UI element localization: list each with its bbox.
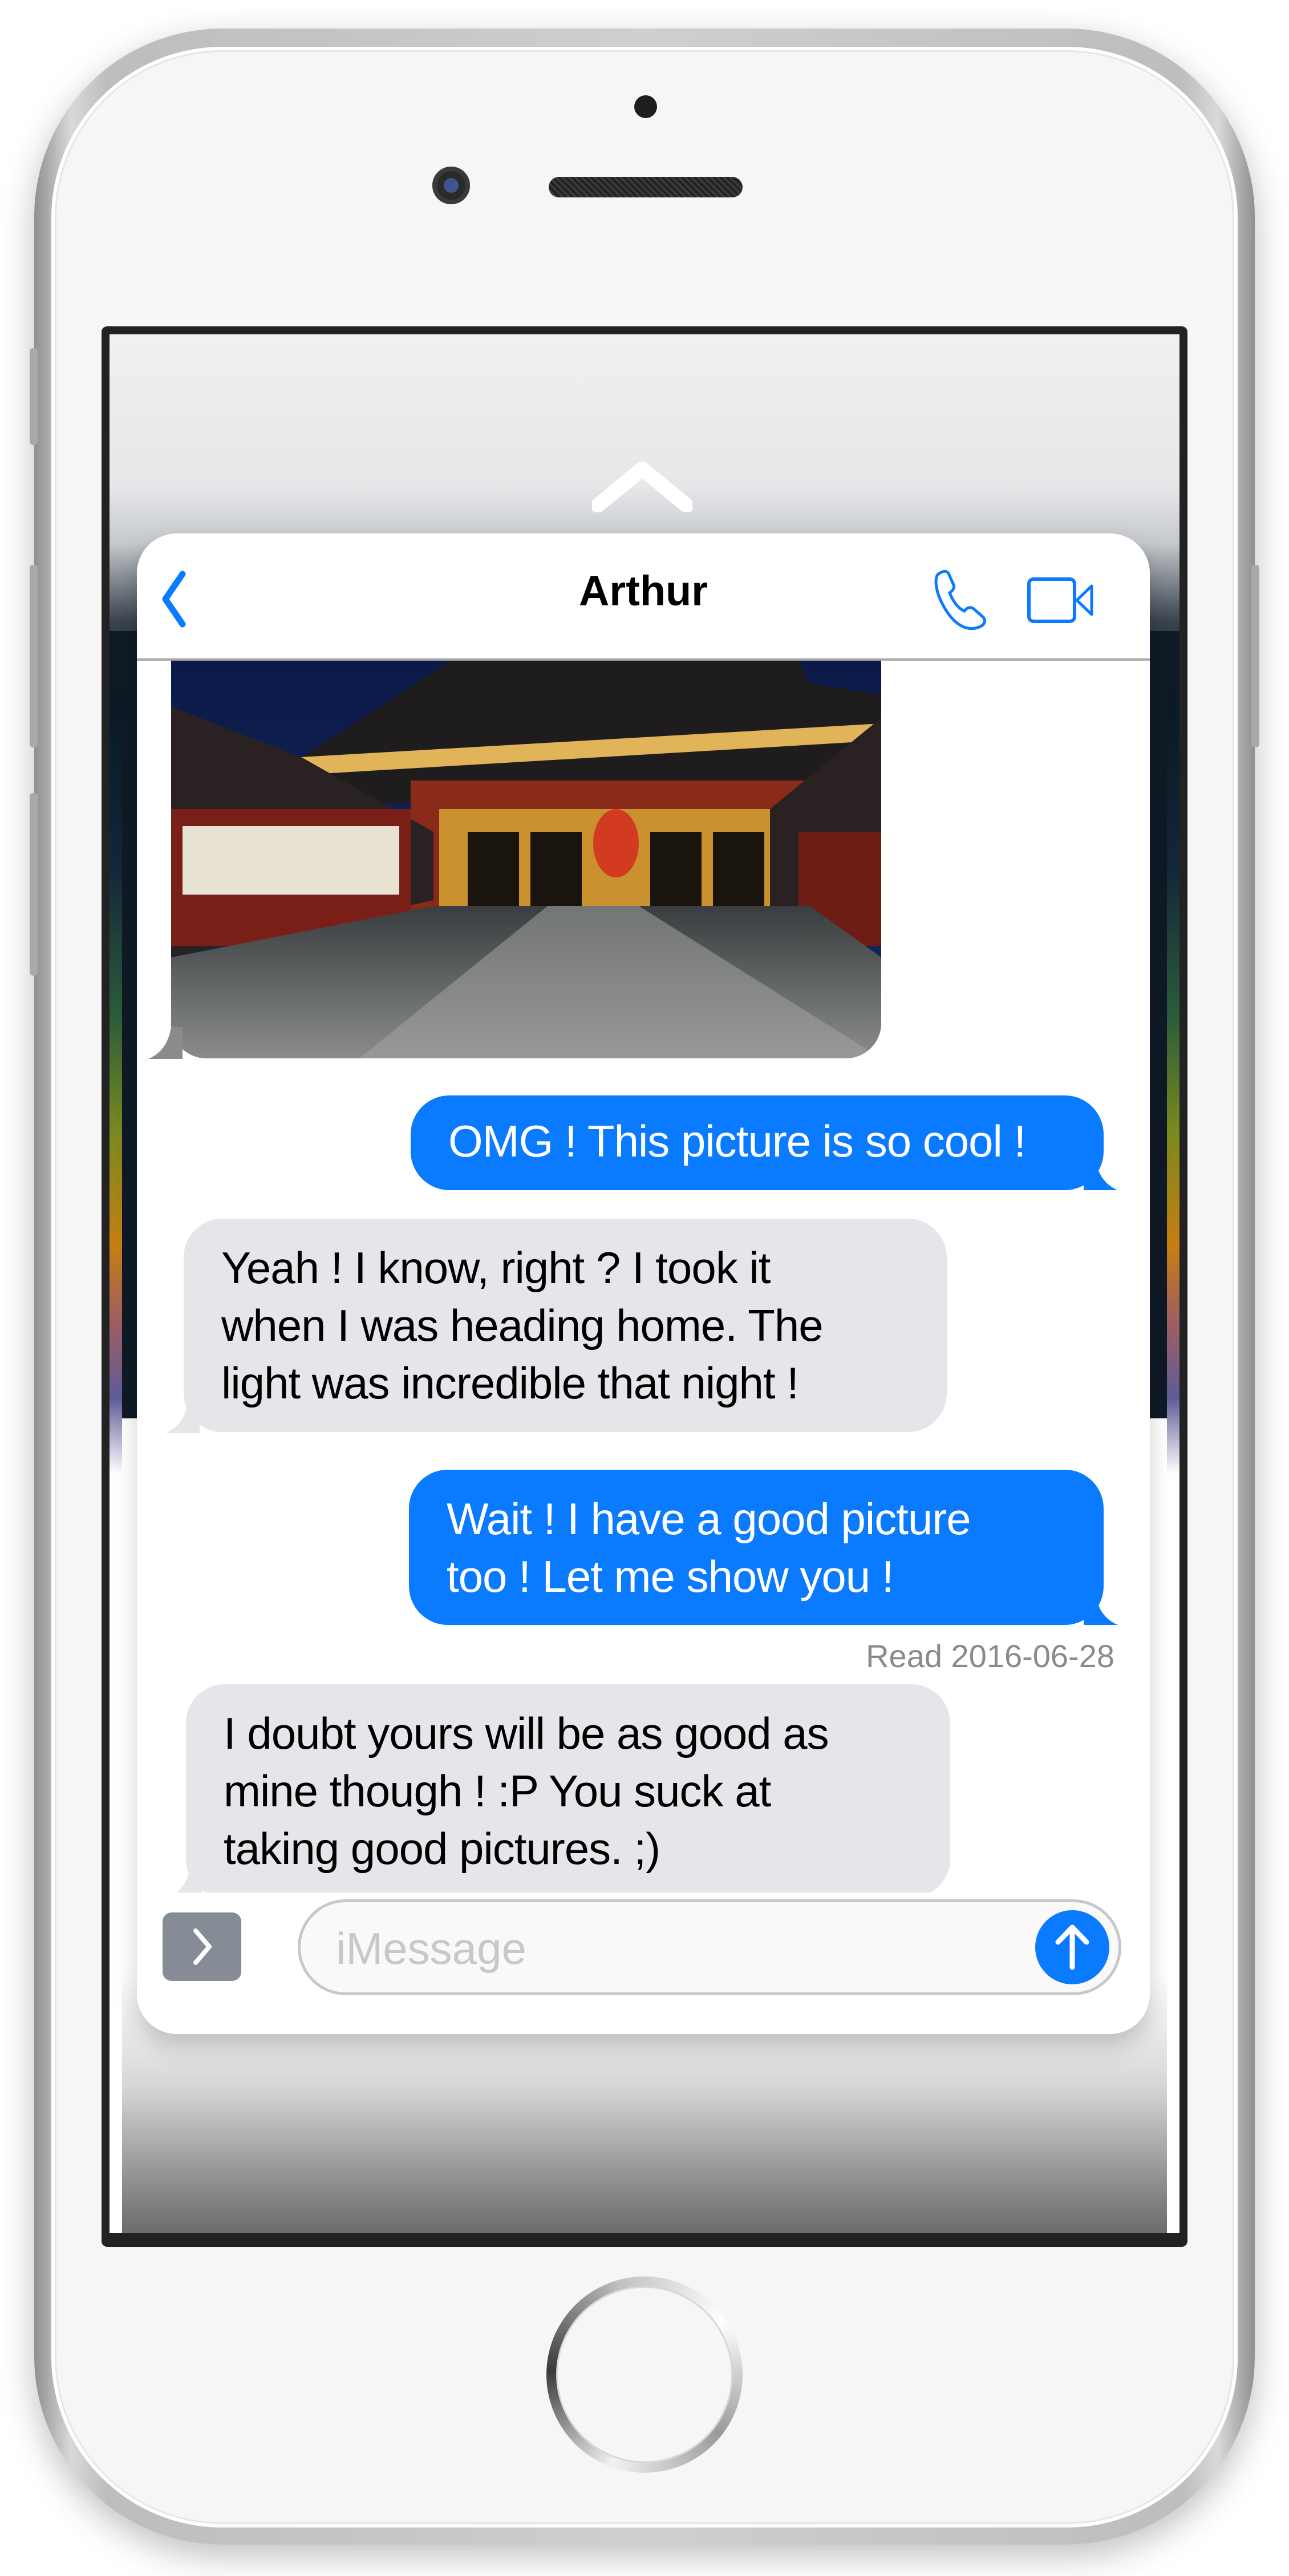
bubble-tail bbox=[1084, 1158, 1118, 1190]
expand-apps-button[interactable] bbox=[163, 1912, 241, 1981]
front-camera bbox=[432, 167, 470, 204]
chevron-right-icon bbox=[193, 1928, 212, 1965]
proximity-sensor bbox=[634, 95, 657, 118]
message-text: Wait ! I have a good picture too ! Let m… bbox=[447, 1494, 971, 1602]
message-preview-card: Arthur OMG ! This picture is so cool ! Y… bbox=[137, 533, 1150, 2034]
read-receipt: Read 2016-06-28 bbox=[866, 1638, 1114, 1674]
conversation-header: Arthur bbox=[137, 533, 1150, 661]
bubble-tail bbox=[1084, 1593, 1118, 1625]
volume-down-button bbox=[30, 793, 38, 976]
message-input[interactable]: iMessage bbox=[298, 1899, 1121, 1995]
chevron-up-icon[interactable] bbox=[592, 461, 692, 512]
message-thread[interactable]: OMG ! This picture is so cool ! Yeah ! I… bbox=[137, 661, 1150, 2034]
temple-photo bbox=[171, 661, 881, 1058]
wallpaper-edge-right bbox=[1167, 334, 1179, 2233]
volume-up-button bbox=[30, 565, 38, 747]
message-input-placeholder: iMessage bbox=[336, 1923, 526, 1974]
outgoing-message[interactable]: Wait ! I have a good picture too ! Let m… bbox=[409, 1470, 1104, 1625]
wallpaper-edge-left bbox=[110, 334, 122, 2233]
message-text: I doubt yours will be as good as mine th… bbox=[224, 1708, 829, 1874]
send-button[interactable] bbox=[1035, 1910, 1109, 1984]
message-text: OMG ! This picture is so cool ! bbox=[448, 1116, 1026, 1166]
outgoing-message[interactable]: OMG ! This picture is so cool ! bbox=[411, 1095, 1104, 1190]
bubble-tail bbox=[165, 1401, 200, 1433]
arrow-up-icon bbox=[1055, 1924, 1089, 1970]
incoming-message[interactable]: I doubt yours will be as good as mine th… bbox=[186, 1684, 950, 1898]
bubble-tail bbox=[148, 1027, 183, 1059]
message-text: Yeah ! I know, right ? I took it when I … bbox=[221, 1243, 824, 1408]
phone-icon[interactable] bbox=[933, 569, 990, 632]
earpiece-speaker bbox=[549, 177, 743, 197]
mute-switch bbox=[30, 348, 38, 445]
contact-name: Arthur bbox=[578, 567, 708, 614]
power-button bbox=[1251, 565, 1259, 747]
home-button[interactable] bbox=[546, 2276, 743, 2473]
incoming-message[interactable]: Yeah ! I know, right ? I took it when I … bbox=[184, 1219, 947, 1432]
video-camera-icon[interactable] bbox=[1027, 575, 1095, 626]
image-message[interactable] bbox=[171, 661, 881, 1058]
message-composer: iMessage bbox=[137, 1892, 1150, 2034]
